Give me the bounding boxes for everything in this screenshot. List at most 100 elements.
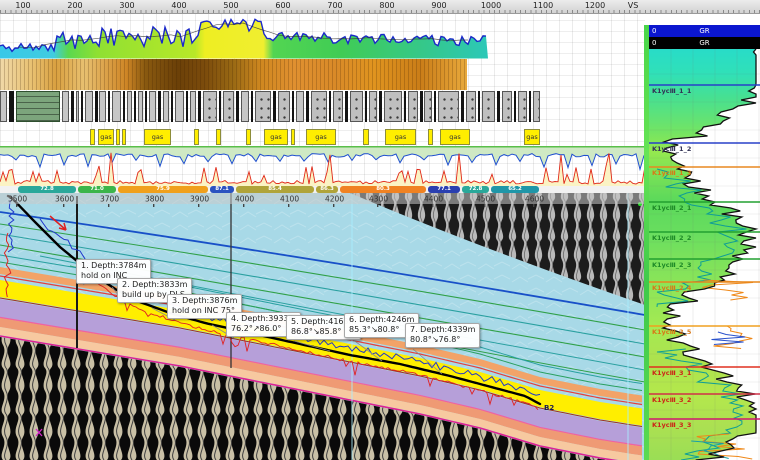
sandstone-bed bbox=[0, 91, 7, 122]
formation-top-label: K1ycⅢ_2_2 bbox=[652, 234, 691, 242]
gas-show-marker: gas bbox=[264, 129, 288, 145]
sandstone-bed bbox=[203, 91, 217, 122]
sandstone-bed bbox=[438, 91, 459, 122]
ruler-tick: 200 bbox=[67, 1, 82, 10]
track-divider bbox=[0, 146, 645, 148]
sandstone-bed bbox=[175, 91, 184, 122]
sandstone-bed bbox=[99, 91, 106, 122]
sandstone-bed bbox=[127, 91, 132, 122]
ruler-tick: 800 bbox=[379, 1, 394, 10]
gas-show-marker bbox=[122, 129, 126, 145]
sandstone-bed bbox=[296, 91, 304, 122]
geosteering-app: VS 1002003004005006007008009001000110012… bbox=[0, 0, 760, 460]
ruler-tick: 1100 bbox=[533, 1, 553, 10]
coal-bed bbox=[345, 91, 348, 122]
sandstone-bed bbox=[138, 91, 143, 122]
coal-bed bbox=[9, 91, 14, 122]
coal-bed bbox=[81, 91, 83, 122]
gas-show-marker: gas bbox=[385, 129, 416, 145]
sandstone-bed bbox=[278, 91, 290, 122]
sandstone-bed bbox=[350, 91, 363, 122]
coal-bed bbox=[434, 91, 436, 122]
ruler-tick: 300 bbox=[119, 1, 134, 10]
scale-min: 0 bbox=[652, 25, 656, 37]
md-depth-label: 3700 bbox=[100, 195, 119, 204]
md-depth-label: 4000 bbox=[235, 195, 254, 204]
md-depth-label: 4500 bbox=[476, 195, 495, 204]
coal-bed bbox=[329, 91, 331, 122]
inclination-segment[interactable]: 87.1 bbox=[210, 186, 234, 193]
inclination-segment[interactable]: 75.9 bbox=[118, 186, 208, 193]
inclination-segment[interactable]: 77.1 bbox=[428, 186, 460, 193]
annotation-depth: 2. Depth:3833m bbox=[122, 280, 187, 290]
gr-track-header-1[interactable]: 0 GR bbox=[649, 25, 760, 37]
vs-ruler: VS 1002003004005006007008009001000110012… bbox=[0, 0, 760, 14]
inclination-segment[interactable]: 85.4 bbox=[236, 186, 314, 193]
coal-bed bbox=[95, 91, 98, 122]
coal-bed bbox=[71, 91, 74, 122]
formation-top-label: K1ycⅢ_3_2 bbox=[652, 396, 691, 404]
ruler-unit-label: VS bbox=[628, 1, 639, 10]
sandstone-bed bbox=[76, 91, 79, 122]
sandstone-bed bbox=[190, 91, 196, 122]
ruler-tick: 400 bbox=[171, 1, 186, 10]
sandstone-bed bbox=[466, 91, 476, 122]
coal-bed bbox=[514, 91, 516, 122]
inclination-segment-bar[interactable]: 72.871.075.987.185.486.380.377.172.865.2 bbox=[0, 186, 645, 193]
coal-bed bbox=[292, 91, 294, 122]
coal-bed bbox=[306, 91, 309, 122]
inclination-segment[interactable]: 80.3 bbox=[340, 186, 426, 193]
annotation-depth: 7. Depth:4339m bbox=[410, 325, 475, 335]
sandstone-bed bbox=[533, 91, 540, 122]
inclination-segment[interactable]: 71.0 bbox=[78, 186, 116, 193]
sandstone-bed bbox=[223, 91, 234, 122]
formation-top-label: K1ycⅢ_3_1 bbox=[652, 369, 691, 377]
formation-top-label: K1ycⅢ_1_2 bbox=[652, 145, 691, 153]
coal-bed bbox=[219, 91, 221, 122]
curve-name: GR bbox=[699, 37, 709, 49]
lithology-track[interactable] bbox=[0, 90, 645, 125]
sandstone-bed bbox=[85, 91, 93, 122]
image-log-track[interactable] bbox=[0, 59, 467, 90]
md-depth-label: 3600 bbox=[55, 195, 74, 204]
md-depth-label: 4600 bbox=[525, 195, 544, 204]
annotation-depth: 1. Depth:3784m bbox=[81, 261, 146, 271]
md-depth-label: 3500 bbox=[8, 195, 27, 204]
coal-bed bbox=[365, 91, 367, 122]
coal-bed bbox=[529, 91, 531, 122]
coal-bed bbox=[404, 91, 406, 122]
shale-bed bbox=[16, 91, 60, 122]
ruler-tick: 1000 bbox=[481, 1, 501, 10]
ruler-tick: 1200 bbox=[585, 1, 605, 10]
formation-top-label: K1ycⅢ_1_1 bbox=[652, 87, 691, 95]
sandstone-bed bbox=[502, 91, 512, 122]
inclination-segment[interactable]: 72.8 bbox=[462, 186, 489, 193]
md-depth-label: 4100 bbox=[280, 195, 299, 204]
sandstone-bed bbox=[62, 91, 69, 122]
gas-show-marker bbox=[90, 129, 95, 145]
trajectory-annotation[interactable]: 7. Depth:4339m80.8°↘76.8° bbox=[405, 323, 480, 348]
ruler-tick: 100 bbox=[15, 1, 30, 10]
sandstone-bed bbox=[369, 91, 377, 122]
inclination-segment[interactable]: 72.8 bbox=[18, 186, 76, 193]
gas-show-marker bbox=[216, 129, 221, 145]
inclination-segment[interactable]: 86.3 bbox=[316, 186, 338, 193]
sandstone-bed bbox=[384, 91, 402, 122]
md-depth-label: 4200 bbox=[325, 195, 344, 204]
gas-show-track[interactable]: gasgasgasgasgasgasgas bbox=[0, 125, 645, 148]
ruler-tick: 700 bbox=[327, 1, 342, 10]
gas-show-marker: gas bbox=[98, 129, 114, 145]
coal-bed bbox=[461, 91, 464, 122]
scale-min: 0 bbox=[652, 37, 656, 49]
coal-bed bbox=[186, 91, 188, 122]
coal-bed bbox=[158, 91, 161, 122]
md-depth-label: 4400 bbox=[424, 195, 443, 204]
coal-bed bbox=[379, 91, 382, 122]
sandstone-bed bbox=[311, 91, 327, 122]
coal-bed bbox=[420, 91, 423, 122]
coal-bed bbox=[478, 91, 480, 122]
gr-track-header-2[interactable]: 0 GR bbox=[649, 37, 760, 49]
gas-show-marker: gas bbox=[144, 129, 171, 145]
inclination-segment[interactable]: 65.2 bbox=[491, 186, 539, 193]
formation-top-label: K1ycⅢ_2_1 bbox=[652, 204, 691, 212]
